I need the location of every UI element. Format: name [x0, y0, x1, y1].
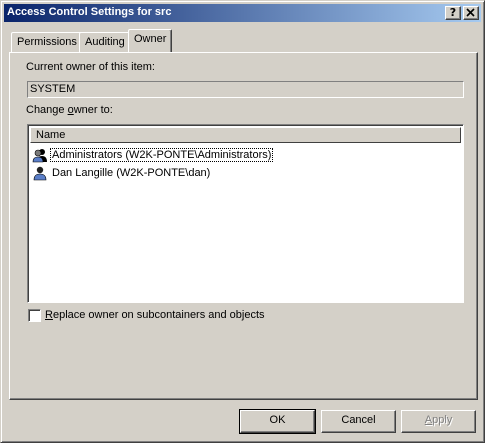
owner-tab-panel: Current owner of this item: SYSTEM Chang… — [9, 52, 478, 400]
window-title: Access Control Settings for src — [7, 6, 172, 18]
group-icon — [32, 149, 47, 163]
tab-owner[interactable]: Owner — [128, 29, 173, 52]
column-header-name[interactable]: Name — [30, 127, 461, 143]
list-item[interactable]: Dan Langille (W2K-PONTE\dan) — [32, 164, 212, 182]
list-item-label: Administrators (W2K-PONTE\Administrators… — [50, 148, 274, 162]
owner-list[interactable]: Name Administrators (W2K-PONTE\Administr… — [27, 124, 464, 303]
close-icon — [466, 8, 475, 17]
close-button[interactable] — [463, 6, 479, 20]
help-button[interactable]: ? — [445, 6, 461, 20]
current-owner-field: SYSTEM — [27, 81, 464, 98]
current-owner-label: Current owner of this item: — [26, 61, 155, 73]
change-owner-label: Change owner to: — [26, 104, 113, 116]
replace-owner-label[interactable]: Replace owner on subcontainers and objec… — [45, 309, 265, 321]
dialog-window: Access Control Settings for src ? Permis… — [0, 0, 485, 443]
tab-permissions[interactable]: Permissions — [11, 32, 83, 52]
apply-button[interactable]: Apply — [401, 410, 476, 433]
list-item-label: Dan Langille (W2K-PONTE\dan) — [52, 167, 211, 179]
cancel-button[interactable]: Cancel — [321, 410, 396, 433]
user-icon — [33, 166, 47, 181]
tab-auditing[interactable]: Auditing — [79, 32, 131, 52]
title-bar[interactable]: Access Control Settings for src ? — [4, 4, 481, 22]
ok-button[interactable]: OK — [239, 409, 316, 434]
current-owner-value: SYSTEM — [30, 83, 76, 95]
list-item[interactable]: Administrators (W2K-PONTE\Administrators… — [32, 146, 274, 164]
replace-owner-checkbox[interactable] — [28, 309, 41, 322]
